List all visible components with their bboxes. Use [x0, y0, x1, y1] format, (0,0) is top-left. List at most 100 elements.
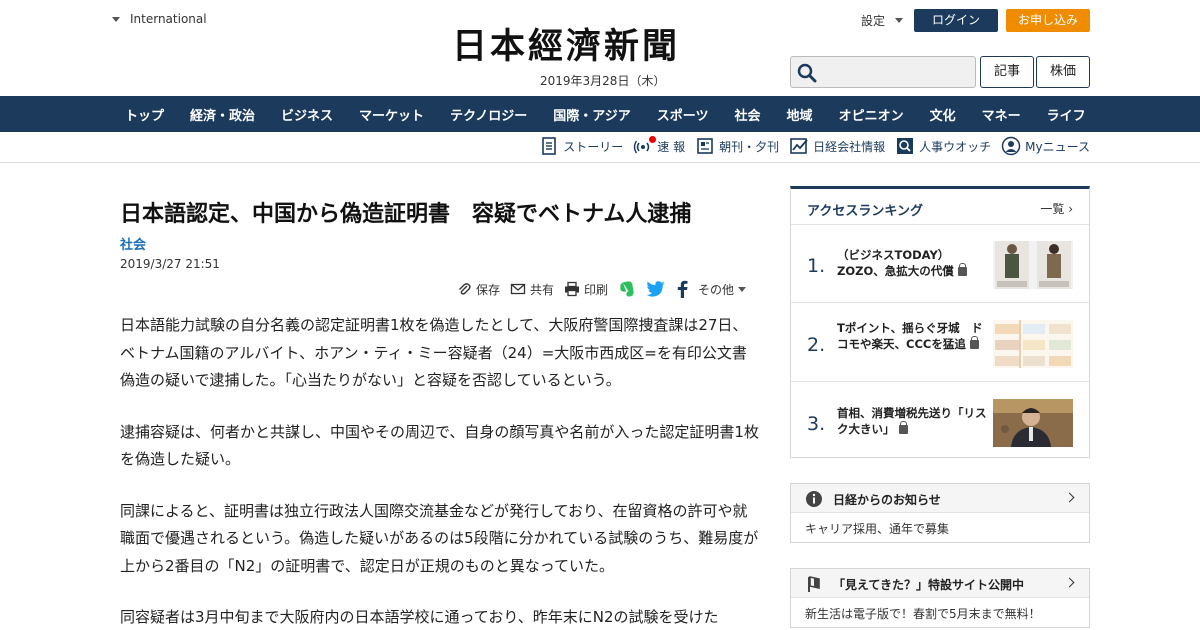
sub-nav-items: ストーリー 速 報 朝刊・夕刊 日経会社情報 人事ウオッチ Myニュース	[539, 136, 1090, 156]
article-headline: 日本語認定、中国から偽造証明書 容疑でベトナム人逮捕	[120, 202, 692, 227]
settings-label: 設定	[861, 14, 886, 28]
ranking-number: 3.	[807, 413, 826, 435]
other-label: その他	[698, 282, 735, 297]
main-nav-items: トップ 経済・政治 ビジネス マーケット テクノロジー 国際・アジア スポーツ 社会 地域 オピニ…	[112, 96, 1090, 132]
info-icon	[806, 491, 822, 507]
ranking-thumbnail-image	[993, 320, 1073, 368]
share-button[interactable]: 共有	[510, 281, 554, 298]
ranking-headline: Tポイント、揺らぐ牙城 ドコモや楽天、CCCを猛追	[837, 321, 983, 351]
save-button[interactable]: 保存	[456, 281, 500, 298]
ranking-title: アクセスランキング	[807, 204, 923, 219]
article-paragraph: 同容疑者は3月中旬まで大阪府内の日本語学校に通っており、昨年末にN2の試験を受け…	[120, 608, 719, 626]
subnav-breaking-label: 速 報	[657, 139, 686, 154]
access-ranking: アクセスランキング 一覧 › 1. （ビジネスTODAY）ZOZO、急拡大の代償…	[790, 186, 1090, 458]
subnav-paper-label: 朝刊・夕刊	[719, 139, 780, 154]
notice-box[interactable]: 日経からのお知らせ キャリア採用、通年で募集	[790, 483, 1090, 543]
ranking-headline: （ビジネスTODAY）ZOZO、急拡大の代償	[837, 248, 954, 278]
caret-down-icon	[738, 286, 747, 292]
subnav-personnel-label: 人事ウオッチ	[919, 139, 992, 154]
header-date: 2019年3月28日（木）	[540, 74, 666, 88]
other-menu-button[interactable]: その他	[698, 281, 747, 298]
mail-icon	[510, 283, 526, 295]
save-label: 保存	[476, 282, 501, 297]
share-label: 共有	[530, 282, 555, 297]
notice-box[interactable]: 「見えてきた？」特設サイト公開中 新生活は電子版で！春割で5月末まで無料！	[790, 568, 1090, 628]
print-button[interactable]: 印刷	[564, 281, 608, 298]
chevron-right-icon	[1064, 492, 1075, 503]
apply-button[interactable]: お申し込み	[1006, 9, 1090, 32]
twitter-icon[interactable]	[646, 280, 666, 298]
search-icon[interactable]	[797, 63, 817, 83]
ranking-text: 首相、消費増税先送り「リスク大きい」	[837, 405, 987, 437]
article-category[interactable]: 社会	[120, 234, 146, 253]
evernote-icon[interactable]	[618, 280, 636, 298]
printer-icon	[565, 281, 580, 297]
facebook-icon[interactable]	[676, 280, 688, 298]
article-tools: 保存 共有 印刷 その他	[456, 280, 747, 298]
lock-icon	[969, 336, 979, 349]
nav-item[interactable]: スポーツ	[644, 105, 722, 124]
login-button[interactable]: ログイン	[914, 9, 998, 32]
caret-down-icon	[895, 18, 904, 23]
article-paragraph: 同課によると、証明書は独立行政法人国際交流基金などが発行しており、在留資格の許可…	[120, 501, 759, 575]
subnav-personnel[interactable]: 人事ウオッチ	[895, 136, 991, 156]
settings-dropdown[interactable]: 設定	[861, 12, 904, 29]
subnav-story-label: ストーリー	[563, 139, 624, 154]
site-header: International 日本經濟新聞 2019年3月28日（木） 設定 ログ…	[0, 0, 1200, 96]
nav-item[interactable]: 社会	[722, 105, 774, 124]
subnav-paper[interactable]: 朝刊・夕刊	[695, 136, 779, 156]
lock-icon	[898, 421, 908, 434]
ranking-more-label: 一覧	[1040, 202, 1065, 216]
newspaper-icon	[697, 138, 713, 154]
nav-item[interactable]: オピニオン	[826, 105, 917, 124]
ranking-more-link[interactable]: 一覧 ›	[1040, 200, 1073, 217]
lock-icon	[957, 263, 967, 276]
notice-header: 日経からのお知らせ	[791, 484, 1089, 513]
ranking-header: アクセスランキング 一覧 ›	[791, 189, 1089, 225]
ranking-number: 1.	[807, 255, 826, 277]
nav-item[interactable]: テクノロジー	[437, 105, 540, 124]
stock-button[interactable]: 株価	[1036, 56, 1090, 88]
articles-button[interactable]: 記事	[980, 56, 1034, 88]
chart-icon	[790, 138, 808, 154]
article-paragraph: 逮捕容疑は、何者かと共謀し、中国やその周辺で、自身の顔写真や名前が入った認定証明…	[120, 422, 759, 469]
subnav-company[interactable]: 日経会社情報	[789, 136, 885, 156]
nav-item[interactable]: 地域	[774, 105, 826, 124]
subnav-story[interactable]: ストーリー	[539, 136, 623, 156]
nav-item[interactable]: ビジネス	[268, 105, 346, 124]
ranking-item[interactable]: 2. Tポイント、揺らぐ牙城 ドコモや楽天、CCCを猛追	[791, 304, 1089, 382]
international-label: International	[130, 12, 207, 26]
ranking-text: （ビジネスTODAY）ZOZO、急拡大の代償	[837, 247, 987, 279]
print-label: 印刷	[584, 282, 609, 297]
chevron-right-icon	[1064, 577, 1075, 588]
notice-title: 日経からのお知らせ	[833, 493, 941, 507]
ranking-thumbnail-image	[993, 241, 1073, 289]
sub-nav: ストーリー 速 報 朝刊・夕刊 日経会社情報 人事ウオッチ Myニュース	[0, 132, 1200, 163]
international-dropdown[interactable]: International	[112, 12, 207, 26]
ranking-number: 2.	[807, 334, 826, 356]
chevron-right-icon: ›	[1068, 202, 1073, 216]
nav-item[interactable]: トップ	[112, 105, 177, 124]
nav-item[interactable]: ライフ	[1034, 105, 1099, 124]
search-input[interactable]	[790, 56, 976, 88]
document-icon	[542, 137, 557, 155]
nav-item[interactable]: 国際・アジア	[540, 105, 643, 124]
subnav-breaking[interactable]: 速 報	[633, 136, 685, 156]
nav-item[interactable]: 文化	[917, 105, 969, 124]
nav-item[interactable]: マーケット	[346, 105, 437, 124]
site-logo[interactable]: 日本經濟新聞	[452, 26, 748, 68]
ranking-thumbnail-image	[993, 399, 1073, 447]
new-badge-dot	[649, 136, 657, 143]
clip-icon	[459, 283, 471, 295]
ranking-item[interactable]: 1. （ビジネスTODAY）ZOZO、急拡大の代償	[791, 225, 1089, 303]
notice-body: 新生活は電子版で！春割で5月末まで無料！	[805, 607, 1041, 621]
subnav-company-label: 日経会社情報	[813, 139, 886, 154]
article-paragraph: 日本語能力試験の自分名義の認定証明書1枚を偽造したとして、大阪府警国際捜査課は2…	[120, 316, 748, 389]
nav-item[interactable]: マネー	[969, 105, 1034, 124]
subnav-mynews-label: Myニュース	[1025, 139, 1090, 154]
ranking-item[interactable]: 3. 首相、消費増税先送り「リスク大きい」	[791, 383, 1089, 461]
article-date: 2019/3/27 21:51	[120, 257, 220, 271]
subnav-mynews[interactable]: Myニュース	[1001, 136, 1090, 156]
nav-item[interactable]: 経済・政治	[177, 105, 268, 124]
search-person-icon	[897, 138, 914, 154]
